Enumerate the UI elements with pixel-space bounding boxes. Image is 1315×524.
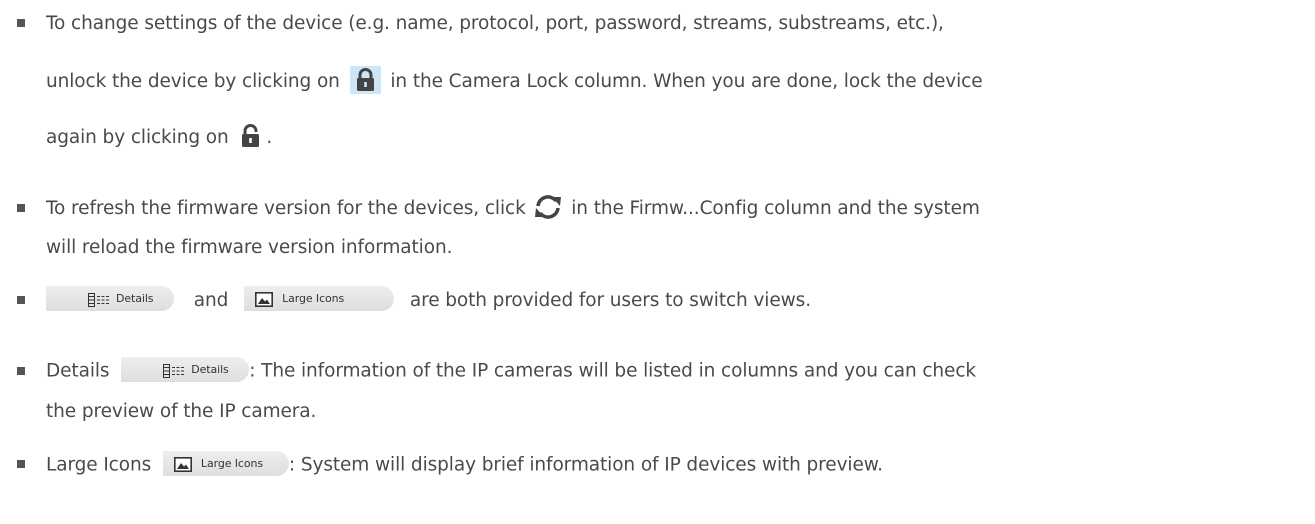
details-button-label: Details	[116, 292, 154, 305]
details-view-button[interactable]: Details	[121, 357, 250, 382]
text-line: the preview of the IP camera.	[46, 400, 316, 424]
text-span: Large Icons	[46, 454, 152, 476]
large-icons-view-icon	[173, 456, 192, 472]
text-span: To change settings of the device (e.g. n…	[46, 13, 944, 34]
lock-closed-icon	[349, 66, 381, 94]
text-span: .	[266, 127, 273, 148]
text-span: in the Firmw...Config column and the sys…	[571, 198, 980, 219]
large-icons-button-label: Large Icons	[282, 292, 345, 305]
refresh-icon	[533, 194, 563, 220]
text-span: and	[193, 289, 229, 311]
bullet-marker	[17, 367, 25, 375]
document-page: To change settings of the device (e.g. n…	[0, 0, 1315, 524]
bullet-marker	[17, 204, 25, 212]
text-line: Details Details : The information of the…	[46, 357, 977, 384]
text-line: again by clicking on .	[46, 124, 272, 152]
text-span: will reload the firmware version informa…	[46, 237, 453, 258]
text-line: Large Icons Large Icons : System will di…	[46, 451, 883, 478]
text-span: To refresh the firmware version for the …	[46, 198, 526, 219]
text-line: To refresh the firmware version for the …	[46, 194, 980, 222]
text-span: are both provided for users to switch vi…	[409, 289, 811, 311]
large-icons-button-label: Large Icons	[200, 457, 263, 470]
lock-open-icon	[238, 122, 264, 150]
text-line: will reload the firmware version informa…	[46, 236, 452, 260]
details-view-button[interactable]: Details	[46, 286, 174, 311]
large-icons-view-button[interactable]: Large Icons	[162, 451, 289, 476]
text-span: Details	[46, 360, 110, 382]
details-button-label: Details	[191, 363, 229, 376]
bullet-marker	[17, 460, 25, 468]
text-span: the preview of the IP camera.	[46, 401, 317, 422]
text-span: : System will display brief information …	[288, 454, 883, 476]
text-line: To change settings of the device (e.g. n…	[46, 12, 944, 36]
text-span: in the Camera Lock column. When you are …	[390, 71, 983, 92]
large-icons-view-icon	[255, 291, 274, 307]
large-icons-view-button[interactable]: Large Icons	[244, 286, 395, 311]
text-line: Details and Large Icons are both provide…	[46, 286, 811, 313]
details-view-icon	[163, 362, 185, 378]
text-span: again by clicking on	[46, 127, 229, 148]
text-line: unlock the device by clicking on in the …	[46, 66, 983, 96]
details-view-icon	[88, 291, 110, 307]
bullet-marker	[17, 19, 25, 27]
bullet-marker	[17, 296, 25, 304]
text-span: unlock the device by clicking on	[46, 71, 340, 92]
text-span: : The information of the IP cameras will…	[249, 360, 977, 382]
